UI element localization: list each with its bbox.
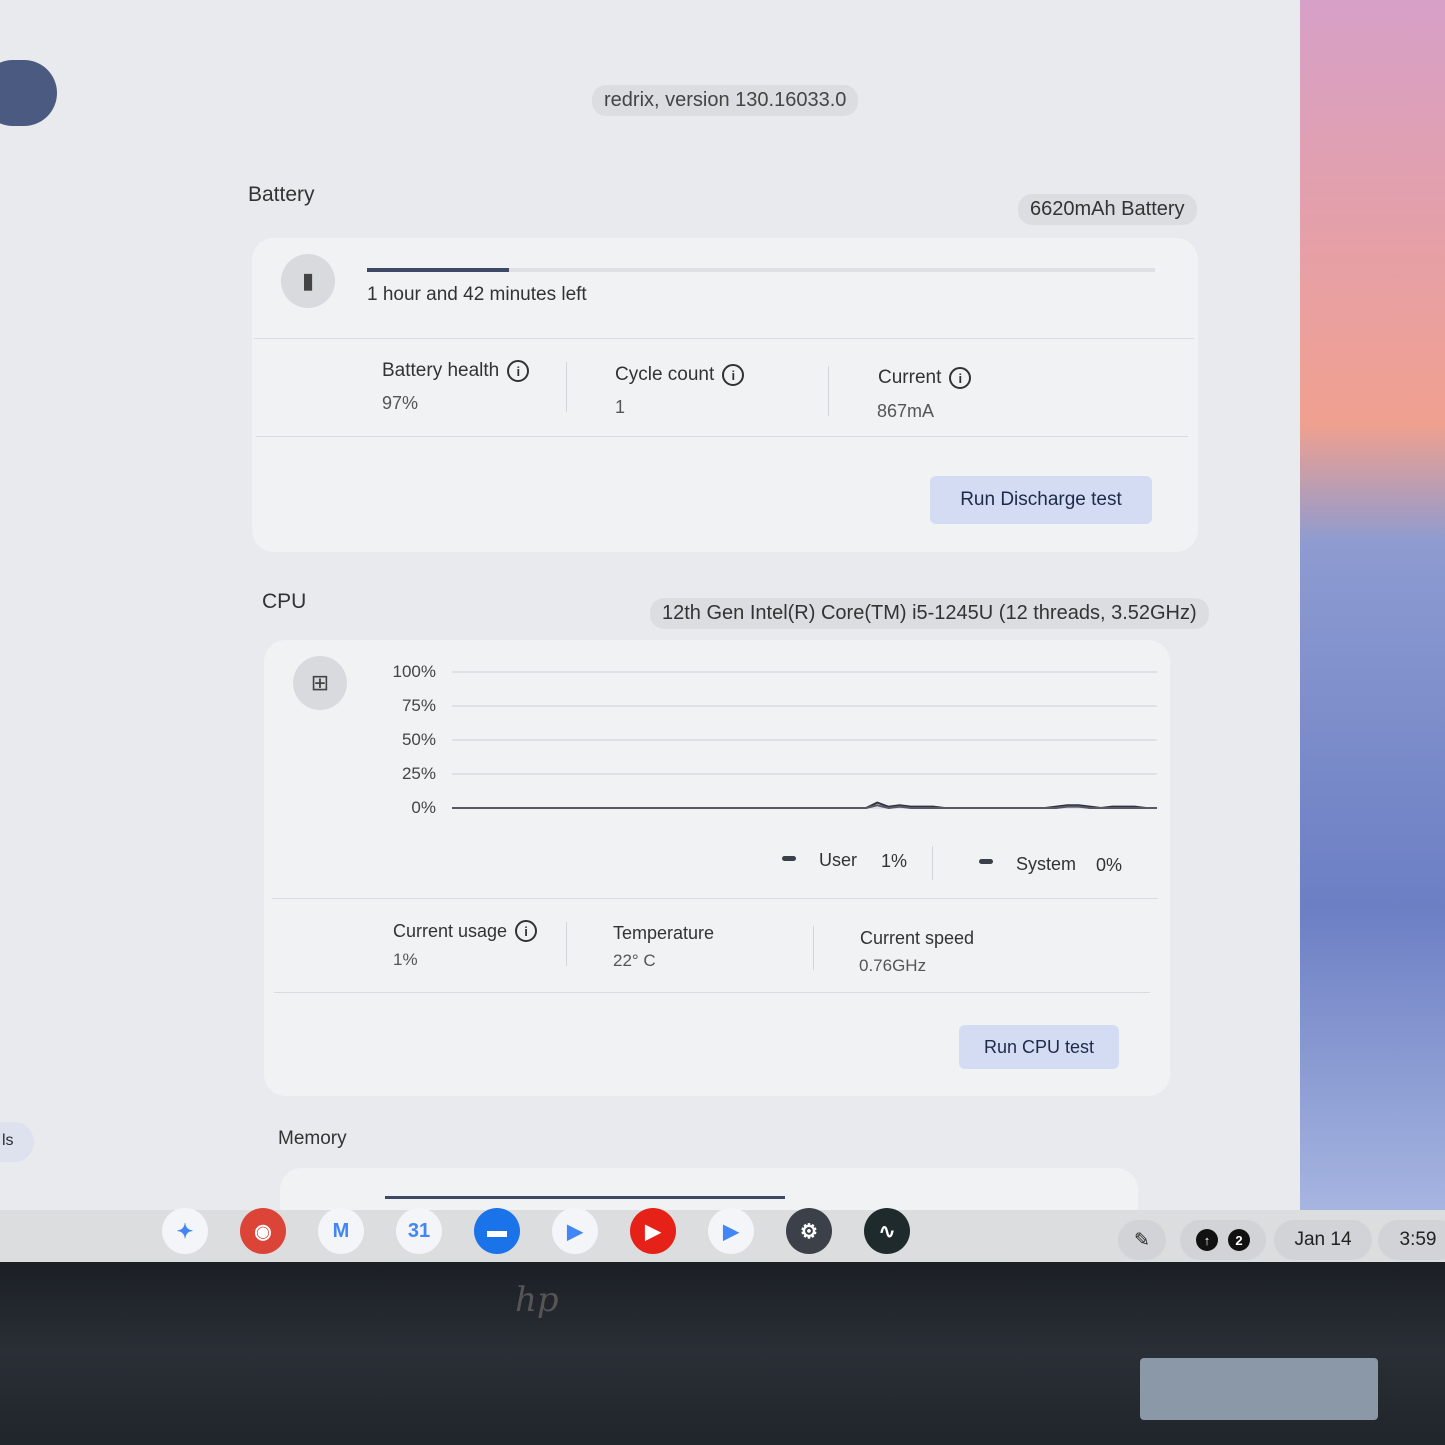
calendar-icon[interactable]: 31: [396, 1208, 442, 1254]
memory-title: Memory: [278, 1128, 347, 1149]
system-legend-value: 0%: [1096, 855, 1123, 875]
gear-icon[interactable]: ⚙: [786, 1208, 832, 1254]
current-usage-text: Current usage: [393, 920, 508, 941]
battery-health-value: 97%: [382, 393, 419, 413]
divider: [813, 926, 814, 970]
divider: [274, 992, 1150, 993]
user-legend-label: User: [819, 850, 858, 870]
info-icon[interactable]: i: [507, 360, 530, 382]
y-tick-label: 50%: [401, 730, 436, 749]
user-legend-swatch: [782, 856, 796, 861]
clock-button[interactable]: 3:59: [1378, 1220, 1445, 1260]
info-icon[interactable]: i: [949, 367, 972, 389]
memory-progress-fill: [385, 1196, 785, 1199]
stylus-button[interactable]: ✎: [1118, 1220, 1166, 1260]
system-legend-label: System: [1016, 854, 1077, 874]
sidebar-item-label: ls: [2, 1132, 14, 1149]
y-tick-label: 75%: [401, 696, 436, 715]
run-cpu-test-button[interactable]: Run CPU test: [959, 1025, 1119, 1069]
divider: [254, 338, 1194, 339]
divider: [932, 846, 933, 880]
wallpaper: [1300, 0, 1445, 1210]
user-legend-value: 1%: [881, 851, 908, 871]
battery-time-left: 1 hour and 42 minutes left: [367, 284, 587, 305]
divider: [828, 366, 829, 416]
run-discharge-test-button[interactable]: Run Discharge test: [930, 476, 1152, 524]
system-legend-swatch: [979, 859, 993, 864]
y-tick-label: 25%: [401, 764, 436, 783]
current-usage-value: 1%: [393, 950, 418, 969]
cycle-count-label: Cycle count i: [615, 364, 745, 386]
gmail-icon[interactable]: M: [318, 1208, 364, 1254]
temperature-value: 22° C: [613, 951, 656, 970]
notification-count: 2: [1228, 1229, 1250, 1251]
sparkle-icon[interactable]: ✦: [162, 1208, 208, 1254]
cycle-count-text: Cycle count: [615, 364, 715, 385]
cpu-model-chip: 12th Gen Intel(R) Core(TM) i5-1245U (12 …: [650, 598, 1209, 629]
hp-logo: hp: [515, 1280, 559, 1320]
divider: [272, 898, 1158, 899]
meet-icon[interactable]: ▶: [552, 1208, 598, 1254]
cycle-count-value: 1: [615, 397, 626, 417]
screen: ls redrix, version 130.16033.0 Battery 6…: [0, 0, 1445, 1260]
battery-health-label: Battery health i: [382, 360, 530, 382]
current-value: 867mA: [877, 401, 935, 421]
play-store-icon[interactable]: ▶: [708, 1208, 754, 1254]
divider: [566, 922, 567, 966]
battery-progress: [367, 268, 1155, 272]
current-label: Current i: [878, 367, 972, 389]
temperature-text: Temperature: [613, 923, 715, 943]
battery-title: Battery: [248, 183, 315, 206]
info-icon[interactable]: i: [515, 920, 538, 942]
chip-icon: ⊞: [293, 656, 347, 710]
youtube-icon[interactable]: ▶: [630, 1208, 676, 1254]
diagnostics-app: ls redrix, version 130.16033.0 Battery 6…: [0, 0, 1400, 1228]
chrome-icon[interactable]: ◉: [240, 1208, 286, 1254]
pen-icon: ✎: [1134, 1229, 1150, 1251]
laptop-hinge: [1140, 1358, 1378, 1420]
notification-tray[interactable]: ↑ 2: [1180, 1220, 1266, 1260]
current-text: Current: [878, 367, 942, 388]
current-speed-text: Current speed: [860, 928, 975, 948]
folder-icon[interactable]: ▬: [474, 1208, 520, 1254]
sidebar-selected-item[interactable]: [0, 60, 57, 126]
cpu-title: CPU: [262, 590, 307, 613]
battery-progress-fill: [367, 268, 509, 272]
divider: [256, 436, 1188, 437]
battery-icon: ▮: [281, 254, 335, 308]
current-speed-label: Current speed: [860, 928, 974, 949]
diagnostics-icon[interactable]: ∿: [864, 1208, 910, 1254]
time-text: 3:59: [1399, 1229, 1437, 1250]
battery-health-text: Battery health: [382, 360, 500, 381]
current-speed-value: 0.76GHz: [859, 956, 927, 975]
y-tick-label: 100%: [392, 662, 436, 681]
sidebar-item[interactable]: ls: [0, 1122, 34, 1162]
current-usage-label: Current usage i: [393, 920, 538, 942]
y-tick-label: 0%: [411, 798, 436, 817]
date-button[interactable]: Jan 14: [1274, 1220, 1372, 1260]
divider: [566, 362, 567, 412]
info-icon[interactable]: i: [722, 364, 745, 386]
version-chip: redrix, version 130.16033.0: [592, 85, 859, 116]
temperature-label: Temperature: [613, 923, 714, 944]
date-text: Jan 14: [1294, 1229, 1352, 1250]
upload-icon: ↑: [1196, 1229, 1218, 1251]
battery-capacity-chip: 6620mAh Battery: [1018, 194, 1197, 225]
cpu-usage-chart: [452, 671, 1157, 810]
